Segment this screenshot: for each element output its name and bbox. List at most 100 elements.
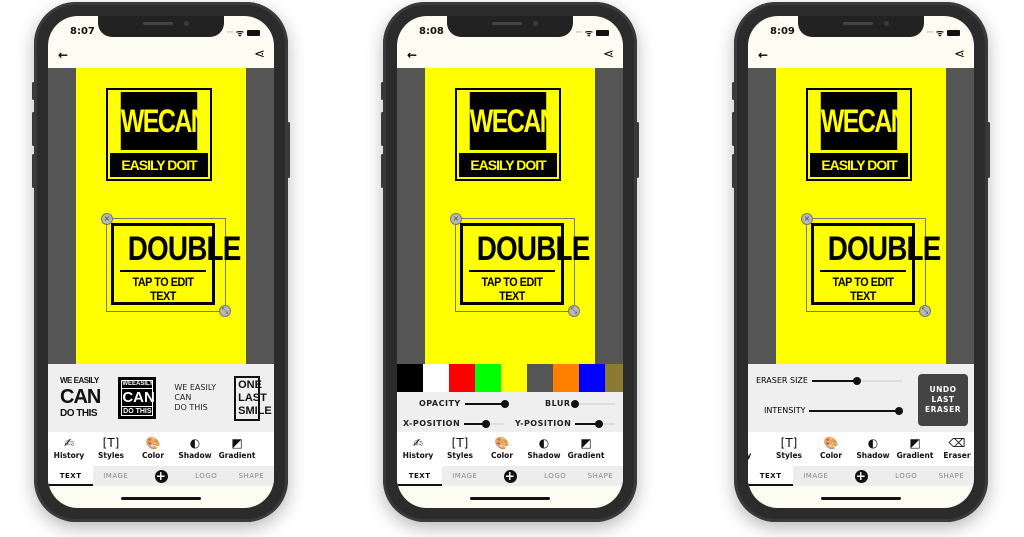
sticker-subtitle: TAP TO EDIT TEXT [132, 275, 194, 303]
tab-add[interactable]: + [487, 466, 532, 486]
undo-last-eraser-button[interactable]: UNDO LAST ERASER [918, 374, 968, 426]
preset-3[interactable]: WE EASILY CAN DO THIS [174, 383, 216, 413]
sticker-title: DOUBLE [827, 230, 942, 268]
tool-eraser[interactable]: ⌫ Eraser [936, 432, 974, 466]
tool-gradient[interactable]: ◩ Gradient [565, 432, 607, 466]
preset-1[interactable]: WE EASILY CAN DO THIS [60, 377, 101, 419]
delete-handle-icon[interactable]: × [101, 213, 113, 225]
tool-shadow[interactable]: ◐ Shadow [174, 432, 216, 466]
y-position-label: Y-POSITION [515, 419, 572, 428]
eraser-size-slider[interactable] [811, 376, 902, 385]
gradient-icon: ◩ [231, 436, 243, 450]
resize-handle-icon[interactable]: ⤡ [919, 305, 931, 317]
tab-image[interactable]: IMAGE [93, 466, 138, 486]
tool-eraser[interactable]: Er [258, 432, 274, 466]
styles-icon: [T] [780, 436, 798, 450]
resize-handle-icon[interactable]: ⤡ [219, 305, 231, 317]
tool-color[interactable]: 🎨 Color [132, 432, 174, 466]
preset-2[interactable]: WEEASILY CAN DO THIS [118, 377, 157, 419]
history-icon: ✍ [63, 436, 75, 450]
blur-slider[interactable] [570, 399, 615, 408]
share-icon[interactable]: ⋖ [254, 47, 265, 62]
screen: 8:07 ····· ᯤ ← ⋖ WECAN EASILY DOIT DOUBLE… [48, 16, 274, 508]
tool-shadow[interactable]: ◐ Shadow [523, 432, 565, 466]
tool-styles[interactable]: [T] Styles [90, 432, 132, 466]
canvas-background: WECAN EASILY DOIT DOUBLE TAP TO EDIT TEX… [425, 68, 595, 364]
tool-history[interactable]: ✍ History [397, 432, 439, 466]
screen: 8:08 ····· ᯤ ← ⋖ WECAN EASILY DOIT DOUBLE… [397, 16, 623, 508]
preset-panel: WE EASILY CAN DO THIS WEEASILY CAN DO THIS W… [48, 364, 274, 432]
delete-handle-icon[interactable]: × [801, 213, 813, 225]
back-arrow-icon[interactable]: ← [758, 48, 768, 62]
color-swatch[interactable] [449, 364, 475, 392]
design-canvas[interactable]: WECAN EASILY DOIT DOUBLE TAP TO EDIT TEX… [397, 68, 623, 364]
color-swatch[interactable] [605, 364, 623, 392]
text-sticker-wecan[interactable]: WECAN EASILY DOIT [806, 88, 912, 181]
wifi-icon: ᯤ [584, 29, 593, 39]
selected-text-sticker[interactable]: DOUBLE TAP TO EDIT TEXT × ⤡ [450, 213, 591, 317]
sticker-subtitle: EASILY DOIT [110, 153, 208, 177]
tool-shadow[interactable]: ◐ Shadow [852, 432, 894, 466]
color-swatch[interactable] [423, 364, 449, 392]
design-canvas[interactable]: WECAN EASILY DOIT DOUBLE TAP TO EDIT TEX… [48, 68, 274, 364]
selected-text-sticker[interactable]: DOUBLE TAP TO EDIT TEXT × ⤡ [101, 213, 241, 317]
tool-color[interactable]: 🎨 Color [810, 432, 852, 466]
back-arrow-icon[interactable]: ← [58, 48, 68, 62]
opacity-slider[interactable] [464, 399, 509, 408]
tab-shape[interactable]: SHAPE [229, 466, 274, 486]
text-sticker-wecan[interactable]: WECAN EASILY DOIT [106, 88, 212, 181]
selected-text-sticker[interactable]: DOUBLE TAP TO EDIT TEXT × ⤡ [801, 213, 942, 317]
battery-icon [596, 29, 609, 36]
preset-4[interactable]: ONE LAST SMILE [234, 375, 272, 421]
tool-eraser[interactable]: Er [607, 432, 623, 466]
sticker-title: WECAN [820, 92, 909, 150]
tool-gradient[interactable]: ◩ Gradient [894, 432, 936, 466]
shadow-icon: ◐ [189, 436, 201, 450]
palette-icon: 🎨 [494, 436, 510, 450]
share-icon[interactable]: ⋖ [954, 47, 965, 62]
tab-logo[interactable]: LOGO [184, 466, 229, 486]
sticker-title: DOUBLE [476, 230, 591, 268]
color-swatch[interactable] [579, 364, 605, 392]
color-swatch[interactable] [397, 364, 423, 392]
tool-history[interactable]: ry [748, 432, 768, 466]
color-swatch[interactable] [553, 364, 579, 392]
design-canvas[interactable]: WECAN EASILY DOIT DOUBLE TAP TO EDIT TEX… [748, 68, 974, 364]
tab-text[interactable]: TEXT [397, 466, 443, 486]
back-arrow-icon[interactable]: ← [407, 48, 417, 62]
resize-handle-icon[interactable]: ⤡ [568, 305, 580, 317]
tab-logo[interactable]: LOGO [884, 466, 929, 486]
tab-shape[interactable]: SHAPE [929, 466, 974, 486]
tool-styles[interactable]: [T] Styles [439, 432, 481, 466]
sticker-title: WECAN [120, 92, 209, 150]
home-indicator [821, 497, 901, 500]
tab-add[interactable]: + [838, 466, 883, 486]
color-swatch[interactable] [527, 364, 553, 392]
tool-gradient[interactable]: ◩ Gradient [216, 432, 258, 466]
color-swatch[interactable] [475, 364, 501, 392]
share-icon[interactable]: ⋖ [603, 47, 614, 62]
delete-handle-icon[interactable]: × [450, 213, 462, 225]
tab-shape[interactable]: SHAPE [578, 466, 623, 486]
text-sticker-wecan[interactable]: WECAN EASILY DOIT [455, 88, 561, 181]
tool-color[interactable]: 🎨 Color [481, 432, 523, 466]
tab-logo[interactable]: LOGO [533, 466, 578, 486]
intensity-slider[interactable] [809, 406, 904, 415]
styles-icon: [T] [451, 436, 469, 450]
tool-styles[interactable]: [T] Styles [768, 432, 810, 466]
tab-image[interactable]: IMAGE [793, 466, 838, 486]
palette-icon: 🎨 [823, 436, 839, 450]
tab-text[interactable]: TEXT [748, 466, 794, 486]
tab-text[interactable]: TEXT [48, 466, 94, 486]
wifi-icon: ᯤ [235, 29, 244, 39]
tool-history[interactable]: ✍ History [48, 432, 90, 466]
canvas-background: WECAN EASILY DOIT DOUBLE TAP TO EDIT TEX… [776, 68, 946, 364]
tab-add[interactable]: + [138, 466, 183, 486]
signal-icon: ····· [926, 29, 933, 36]
blur-label: BLUR [545, 399, 571, 408]
color-swatch[interactable] [501, 364, 527, 392]
eraser-icon: ⌫ [948, 436, 966, 450]
tab-image[interactable]: IMAGE [442, 466, 487, 486]
y-position-slider[interactable] [575, 419, 616, 428]
x-position-slider[interactable] [464, 419, 505, 428]
